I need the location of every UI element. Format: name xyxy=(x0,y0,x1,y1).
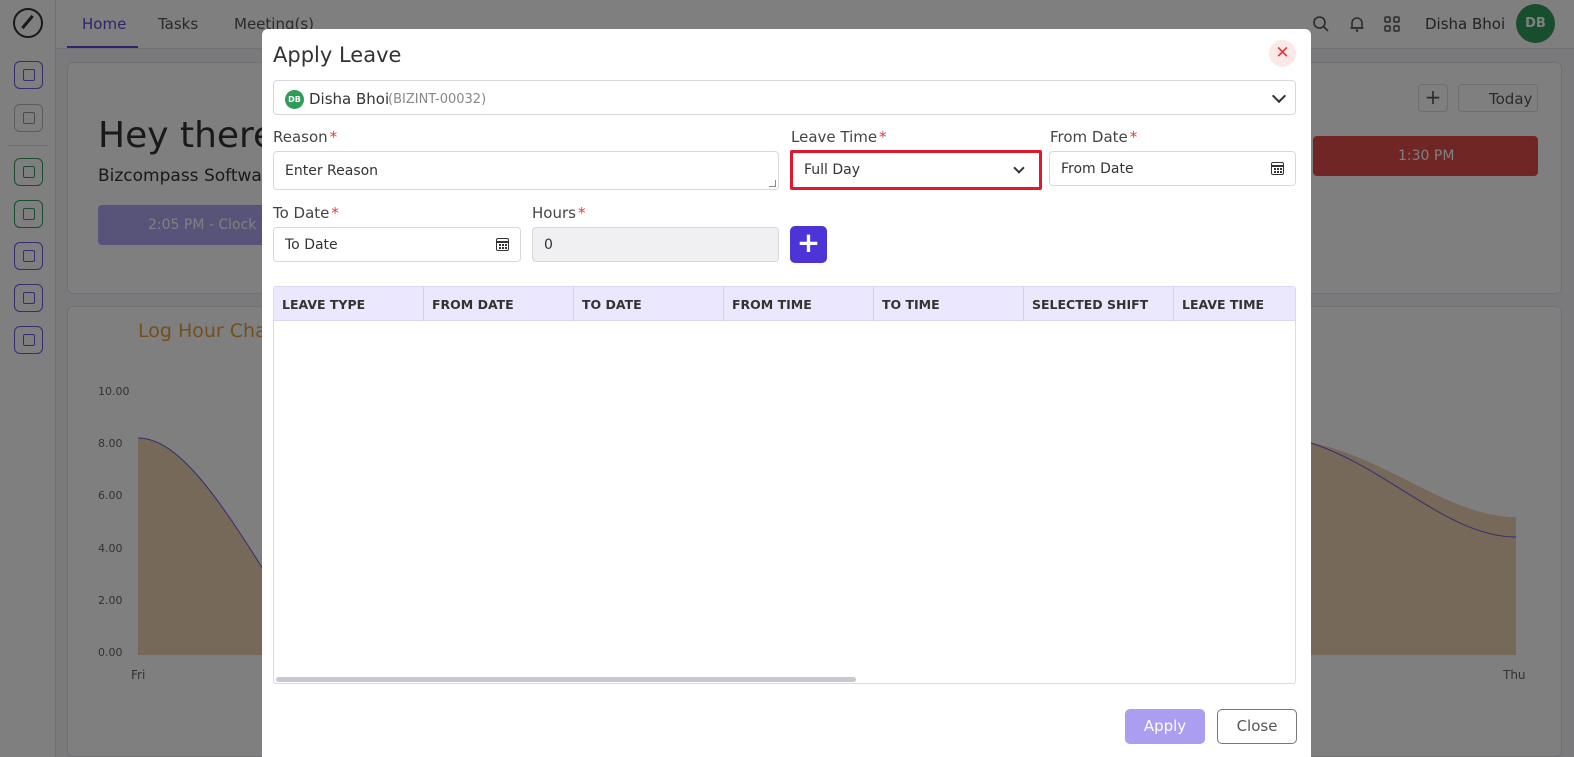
required-mark: * xyxy=(879,128,887,146)
horizontal-scrollbar[interactable] xyxy=(276,677,856,682)
employee-code: (BIZINT-00032) xyxy=(388,92,487,107)
close-button[interactable]: Close xyxy=(1217,709,1297,744)
hours-label: Hours * xyxy=(532,204,585,222)
required-mark: * xyxy=(329,128,338,146)
apply-leave-modal: Apply Leave ✕ DB Disha Bhoi (BIZINT-0003… xyxy=(262,29,1311,757)
from-date-placeholder: From Date xyxy=(1061,160,1134,177)
reason-label-text: Reason xyxy=(273,128,328,146)
calendar-icon[interactable] xyxy=(1271,162,1284,175)
hours-input: 0 xyxy=(532,227,779,262)
required-mark: * xyxy=(1129,128,1138,146)
from-date-label-text: From Date xyxy=(1050,128,1128,146)
column-header[interactable]: FROM TIME xyxy=(724,287,874,321)
leave-time-label: Leave Time * xyxy=(791,128,887,146)
reason-label: Reason * xyxy=(273,128,337,146)
close-icon[interactable]: ✕ xyxy=(1269,40,1296,67)
leave-time-label-text: Leave Time xyxy=(791,128,878,146)
column-header[interactable]: TO TIME xyxy=(874,287,1024,321)
column-header[interactable]: LEAVE TIME xyxy=(1174,287,1295,321)
leave-details-table: LEAVE TYPE FROM DATE TO DATE FROM TIME T… xyxy=(273,286,1296,684)
leave-time-select[interactable]: Full Day xyxy=(790,150,1042,190)
apply-button[interactable]: Apply xyxy=(1125,709,1205,744)
from-date-input[interactable]: From Date xyxy=(1049,151,1296,186)
resize-grip-icon[interactable] xyxy=(769,180,776,187)
add-leave-row-button[interactable]: + xyxy=(790,226,827,263)
modal-title: Apply Leave xyxy=(273,43,402,67)
reason-textarea[interactable]: Enter Reason xyxy=(273,151,779,190)
leave-time-value: Full Day xyxy=(804,162,861,178)
employee-select[interactable]: DB Disha Bhoi (BIZINT-00032) xyxy=(273,80,1296,115)
hours-value: 0 xyxy=(544,236,553,253)
table-header: LEAVE TYPE FROM DATE TO DATE FROM TIME T… xyxy=(274,287,1295,321)
chevron-down-icon xyxy=(1271,88,1287,104)
column-header[interactable]: TO DATE xyxy=(574,287,724,321)
required-mark: * xyxy=(577,204,586,222)
to-date-label-text: To Date xyxy=(273,204,330,222)
column-header[interactable]: SELECTED SHIFT xyxy=(1024,287,1174,321)
column-header[interactable]: LEAVE TYPE xyxy=(274,287,424,321)
employee-name: Disha Bhoi xyxy=(309,90,390,108)
to-date-label: To Date * xyxy=(273,204,339,222)
from-date-label: From Date * xyxy=(1050,128,1137,146)
chevron-down-icon xyxy=(1013,162,1025,174)
required-mark: * xyxy=(331,204,339,222)
to-date-input[interactable]: To Date xyxy=(273,227,521,262)
column-header[interactable]: FROM DATE xyxy=(424,287,574,321)
reason-placeholder: Enter Reason xyxy=(285,162,379,179)
to-date-placeholder: To Date xyxy=(285,236,338,253)
calendar-icon[interactable] xyxy=(496,238,509,251)
hours-label-text: Hours xyxy=(532,204,576,222)
employee-avatar: DB xyxy=(285,90,304,109)
